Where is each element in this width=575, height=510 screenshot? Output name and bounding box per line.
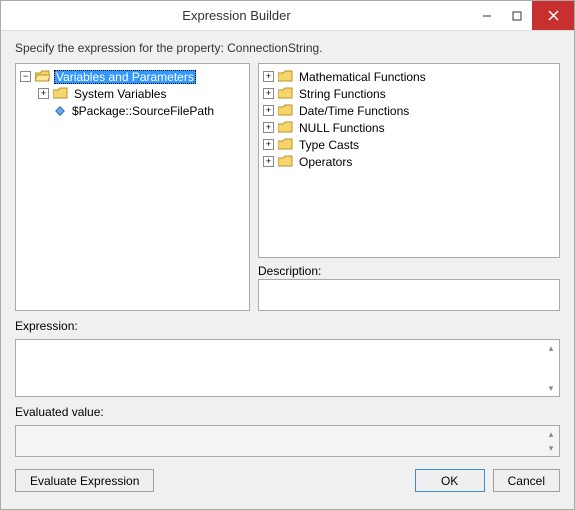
titlebar: Expression Builder [1,1,574,31]
cancel-button[interactable]: Cancel [493,469,560,492]
tree-label: Variables and Parameters [54,70,196,84]
close-icon [548,10,559,21]
scrollbar[interactable]: ▴ ▾ [545,342,557,394]
tree-label: Date/Time Functions [297,104,411,118]
tree-label: $Package::SourceFilePath [70,104,216,118]
right-column: + Mathematical Functions + String Functi… [258,63,560,311]
tree-node-datetime[interactable]: + Date/Time Functions [261,102,557,119]
tree-label: Operators [297,155,354,169]
description-box [258,279,560,311]
tree-node-math[interactable]: + Mathematical Functions [261,68,557,85]
description-label: Description: [258,264,560,278]
expand-icon[interactable]: + [38,88,49,99]
description-section: Description: [258,264,560,311]
expression-input[interactable]: ▴ ▾ [15,339,560,397]
ok-button[interactable]: OK [415,469,485,492]
expand-icon[interactable]: + [263,88,274,99]
tree-node-root[interactable]: − Variables and Parameters [18,68,247,85]
tree-label: NULL Functions [297,121,387,135]
expand-icon[interactable]: + [263,156,274,167]
scroll-up-icon[interactable]: ▴ [545,342,557,354]
scroll-down-icon[interactable]: ▾ [545,382,557,394]
tree-label: System Variables [72,87,168,101]
functions-tree: + Mathematical Functions + String Functi… [259,64,559,174]
variables-tree-panel[interactable]: − Variables and Parameters + System Vari… [15,63,250,311]
tree-node-system-vars[interactable]: + System Variables [18,85,247,102]
folder-open-icon [35,70,50,83]
maximize-button[interactable] [502,1,532,30]
evaluated-value-box: ▴ ▾ [15,425,560,457]
scrollbar[interactable]: ▴ ▾ [545,428,557,454]
minimize-icon [482,11,492,21]
folder-icon [278,121,293,134]
tree-label: Type Casts [297,138,361,152]
folder-icon [278,138,293,151]
expand-icon[interactable]: + [263,71,274,82]
collapse-icon[interactable]: − [20,71,31,82]
dialog-content: Specify the expression for the property:… [1,31,574,509]
evaluated-label: Evaluated value: [15,405,560,419]
variable-icon [53,104,66,117]
scroll-down-icon[interactable]: ▾ [545,442,557,454]
expand-icon[interactable]: + [263,122,274,133]
minimize-button[interactable] [472,1,502,30]
scroll-up-icon[interactable]: ▴ [545,428,557,440]
instruction-text: Specify the expression for the property:… [15,41,560,55]
button-row: Evaluate Expression OK Cancel [15,469,560,492]
tree-node-string[interactable]: + String Functions [261,85,557,102]
tree-node-operators[interactable]: + Operators [261,153,557,170]
expression-label: Expression: [15,319,560,333]
tree-panels: − Variables and Parameters + System Vari… [15,63,560,311]
expand-icon[interactable]: + [263,105,274,116]
folder-icon [278,70,293,83]
expand-icon[interactable]: + [263,139,274,150]
expression-builder-dialog: Expression Builder Specify the expressio… [0,0,575,510]
window-buttons [472,1,574,30]
tree-label: Mathematical Functions [297,70,428,84]
tree-label: String Functions [297,87,388,101]
folder-icon [278,104,293,117]
functions-tree-panel[interactable]: + Mathematical Functions + String Functi… [258,63,560,258]
folder-icon [53,87,68,100]
variables-tree: − Variables and Parameters + System Vari… [16,64,249,123]
maximize-icon [512,11,522,21]
evaluate-expression-button[interactable]: Evaluate Expression [15,469,154,492]
tree-node-null[interactable]: + NULL Functions [261,119,557,136]
tree-node-cast[interactable]: + Type Casts [261,136,557,153]
window-title: Expression Builder [1,8,472,23]
tree-node-package-var[interactable]: $Package::SourceFilePath [18,102,247,119]
folder-icon [278,87,293,100]
folder-icon [278,155,293,168]
close-button[interactable] [532,1,574,30]
